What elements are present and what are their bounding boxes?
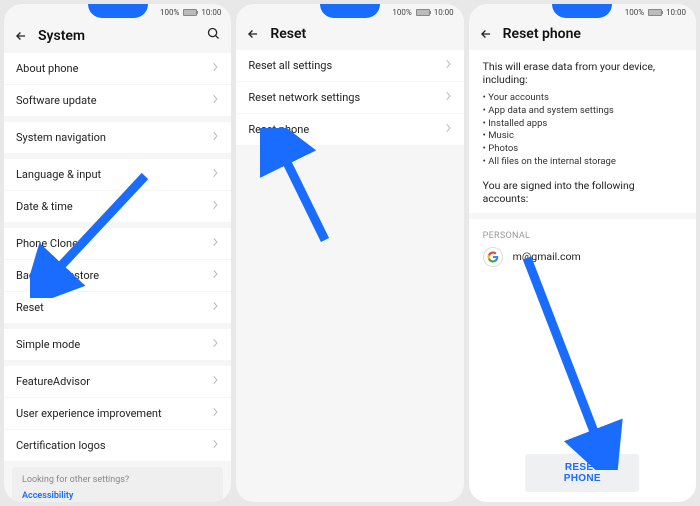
page-title: Reset phone <box>503 26 686 42</box>
divider <box>469 213 696 219</box>
bullet-text: App data and system settings <box>488 105 614 116</box>
bullet-item: • Your accounts <box>483 92 682 105</box>
chevron-right-icon <box>211 94 219 107</box>
bullet-text: Your accounts <box>488 92 549 103</box>
account-row: m@gmail.com <box>483 247 682 267</box>
header: System <box>4 20 231 53</box>
chevron-right-icon <box>211 338 219 351</box>
chevron-right-icon <box>444 59 452 72</box>
battery-icon <box>183 9 197 16</box>
row-label: About phone <box>16 62 78 75</box>
row-label: Reset <box>16 301 44 314</box>
chevron-right-icon <box>444 123 452 136</box>
google-logo-icon <box>483 247 503 267</box>
annotation-arrow-icon <box>513 250 623 470</box>
row-date-time[interactable]: Date & time <box>4 191 231 222</box>
bullet-item: • Installed apps <box>483 118 682 131</box>
notch <box>88 4 148 18</box>
erase-bullets: • Your accounts • App data and system se… <box>483 92 682 169</box>
row-label: Reset all settings <box>248 59 332 72</box>
back-icon[interactable] <box>246 27 260 41</box>
row-phone-clone[interactable]: Phone Clone <box>4 228 231 260</box>
row-reset[interactable]: Reset <box>4 292 231 323</box>
row-label: User experience improvement <box>16 407 162 420</box>
row-user-experience[interactable]: User experience improvement <box>4 398 231 430</box>
bullet-item: • App data and system settings <box>483 105 682 118</box>
chevron-right-icon <box>211 62 219 75</box>
search-icon[interactable] <box>206 26 221 45</box>
row-label: Certification logos <box>16 439 106 452</box>
reset-phone-body: This will erase data from your device, i… <box>469 50 696 502</box>
row-language-input[interactable]: Language & input <box>4 159 231 191</box>
chevron-right-icon <box>444 91 452 104</box>
row-software-update[interactable]: Software update <box>4 85 231 116</box>
row-label: System navigation <box>16 131 106 144</box>
notch <box>552 4 612 18</box>
footer-card: Looking for other settings? Accessibilit… <box>12 467 223 502</box>
phone-reset-confirm: 100% 10:00 Reset phone This will erase d… <box>469 4 696 502</box>
battery-percent: 100% <box>625 8 644 17</box>
bullet-text: Photos <box>488 143 518 154</box>
bullet-text: Installed apps <box>488 118 547 129</box>
battery-icon <box>648 9 662 16</box>
row-label: Date & time <box>16 200 73 213</box>
row-label: Reset network settings <box>248 91 360 104</box>
reset-content: This will erase data from your device, i… <box>469 50 696 277</box>
row-feature-advisor[interactable]: FeatureAdvisor <box>4 366 231 398</box>
reset-phone-button[interactable]: RESET PHONE <box>525 454 639 492</box>
row-reset-network[interactable]: Reset network settings <box>236 82 463 114</box>
phone-system-settings: 100% 10:00 System About phone Software u… <box>4 4 231 502</box>
footer-link-accessibility[interactable]: Accessibility <box>22 491 213 501</box>
chevron-right-icon <box>211 168 219 181</box>
row-label: Backup & restore <box>16 269 99 282</box>
chevron-right-icon <box>211 269 219 282</box>
status-time: 10:00 <box>434 8 454 17</box>
row-label: Reset phone <box>248 123 309 136</box>
row-reset-all-settings[interactable]: Reset all settings <box>236 50 463 82</box>
chevron-right-icon <box>211 375 219 388</box>
row-label: Simple mode <box>16 338 80 351</box>
chevron-right-icon <box>211 301 219 314</box>
status-time: 10:00 <box>201 8 221 17</box>
header: Reset phone <box>469 20 696 50</box>
row-label: Phone Clone <box>16 237 78 250</box>
header: Reset <box>236 20 463 50</box>
bullet-item: • All files on the internal storage <box>483 156 682 169</box>
signed-in-text: You are signed into the following accoun… <box>483 179 682 205</box>
row-backup-restore[interactable]: Backup & restore <box>4 260 231 292</box>
notch <box>320 4 380 18</box>
chevron-right-icon <box>211 237 219 250</box>
battery-percent: 100% <box>392 8 411 17</box>
battery-percent: 100% <box>160 8 179 17</box>
bullet-text: Music <box>488 130 514 141</box>
back-icon[interactable] <box>479 27 493 41</box>
page-title: System <box>38 28 196 44</box>
row-reset-phone[interactable]: Reset phone <box>236 114 463 145</box>
chevron-right-icon <box>211 439 219 452</box>
row-label: Software update <box>16 94 97 107</box>
phone-reset-menu: 100% 10:00 Reset Reset all settings Rese… <box>236 4 463 502</box>
bullet-text: All files on the internal storage <box>488 156 616 167</box>
footer-hint: Looking for other settings? <box>22 475 213 485</box>
page-title: Reset <box>270 26 453 42</box>
back-icon[interactable] <box>14 29 28 43</box>
row-simple-mode[interactable]: Simple mode <box>4 329 231 360</box>
chevron-right-icon <box>211 200 219 213</box>
bullet-item: • Photos <box>483 143 682 156</box>
row-certification-logos[interactable]: Certification logos <box>4 430 231 461</box>
reset-list: Reset all settings Reset network setting… <box>236 50 463 502</box>
row-about-phone[interactable]: About phone <box>4 53 231 85</box>
chevron-right-icon <box>211 407 219 420</box>
section-label-personal: PERSONAL <box>483 231 682 241</box>
status-time: 10:00 <box>666 8 686 17</box>
row-label: FeatureAdvisor <box>16 375 90 388</box>
row-system-navigation[interactable]: System navigation <box>4 122 231 153</box>
battery-icon <box>416 9 430 16</box>
row-label: Language & input <box>16 168 101 181</box>
account-email: m@gmail.com <box>513 250 581 263</box>
chevron-right-icon <box>211 131 219 144</box>
erase-intro: This will erase data from your device, i… <box>483 60 682 86</box>
settings-list: About phone Software update System navig… <box>4 53 231 502</box>
bullet-item: • Music <box>483 130 682 143</box>
